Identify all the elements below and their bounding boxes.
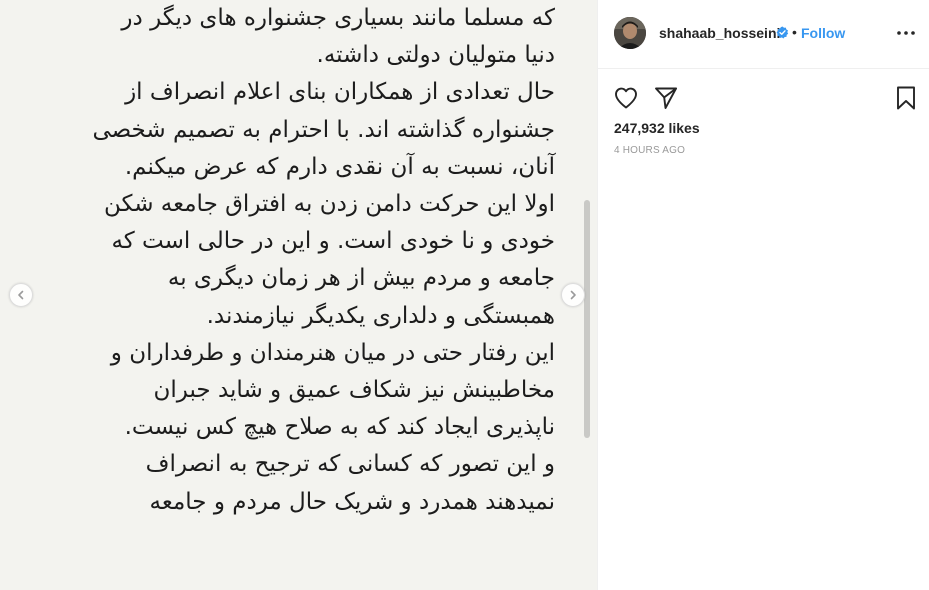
post-media: که مسلما مانند بسیاری جشنواره های دیگر د… bbox=[0, 0, 597, 590]
post-text-line: همبستگی و دلداری یکدیگر نیازمندند. bbox=[206, 302, 555, 329]
post-text-line: که مسلما مانند بسیاری جشنواره های دیگر د… bbox=[121, 5, 555, 31]
header-separator: • bbox=[792, 24, 797, 40]
verified-badge-icon bbox=[776, 26, 789, 39]
post-text-line: آنان، نسبت به آن نقدی دارم که عرض میکنم. bbox=[124, 153, 555, 180]
post-text-line: جشنواره گذاشته اند. با احترام به تصمیم ش… bbox=[92, 116, 555, 143]
instagram-post-view: که مسلما مانند بسیاری جشنواره های دیگر د… bbox=[0, 0, 929, 590]
carousel-next-button[interactable] bbox=[561, 283, 585, 307]
post-text-line: جامعه و مردم بیش از هر زمان دیگری به bbox=[167, 265, 555, 292]
heart-icon[interactable] bbox=[613, 85, 639, 111]
post-text-line: دنیا متولیان دولتی داشته. bbox=[316, 42, 555, 69]
post-text-line: ناپذیری ایجاد کند که به صلاح هیچ کس نیست… bbox=[124, 414, 555, 441]
post-text-line: مخاطبینش نیز شکاف عمیق و شاید جبران bbox=[153, 377, 555, 404]
post-text-line: این رفتار حتی در میان هنرمندان و طرفدارا… bbox=[110, 339, 555, 366]
post-sidebar: shahaab_hosseini • Follow 247,932 likes … bbox=[597, 0, 929, 590]
likes-count[interactable]: 247,932 likes bbox=[614, 120, 700, 136]
avatar[interactable] bbox=[614, 17, 646, 49]
post-header: shahaab_hosseini • Follow bbox=[598, 0, 929, 69]
post-author-username[interactable]: shahaab_hosseini bbox=[659, 25, 780, 41]
post-text-line: حال تعدادی از همکاران بنای اعلام انصراف … bbox=[125, 79, 555, 106]
bookmark-icon[interactable] bbox=[894, 85, 918, 111]
post-image-text: که مسلما مانند بسیاری جشنواره های دیگر د… bbox=[0, 0, 555, 521]
post-text-line: نمیدهند همدرد و شریک حال مردم و جامعه bbox=[149, 488, 555, 515]
post-timestamp[interactable]: 4 HOURS AGO bbox=[614, 145, 685, 156]
media-scrollbar[interactable] bbox=[584, 200, 590, 438]
avatar-photo bbox=[614, 17, 646, 49]
post-text-line: و این تصور که کسانی که ترجیح به انصراف bbox=[145, 451, 555, 478]
carousel-prev-button[interactable] bbox=[9, 283, 33, 307]
chevron-left-icon bbox=[18, 290, 24, 300]
post-text-line: خودی و نا خودی است. و این در حالی است که bbox=[111, 228, 555, 255]
paper-plane-icon[interactable] bbox=[653, 85, 679, 111]
chevron-right-icon bbox=[570, 290, 576, 300]
post-text-line: اولا این حرکت دامن زدن به افتراق جامعه ش… bbox=[104, 191, 555, 218]
more-options-icon[interactable] bbox=[896, 30, 916, 36]
post-actions bbox=[598, 80, 929, 114]
follow-button[interactable]: Follow bbox=[801, 25, 845, 41]
